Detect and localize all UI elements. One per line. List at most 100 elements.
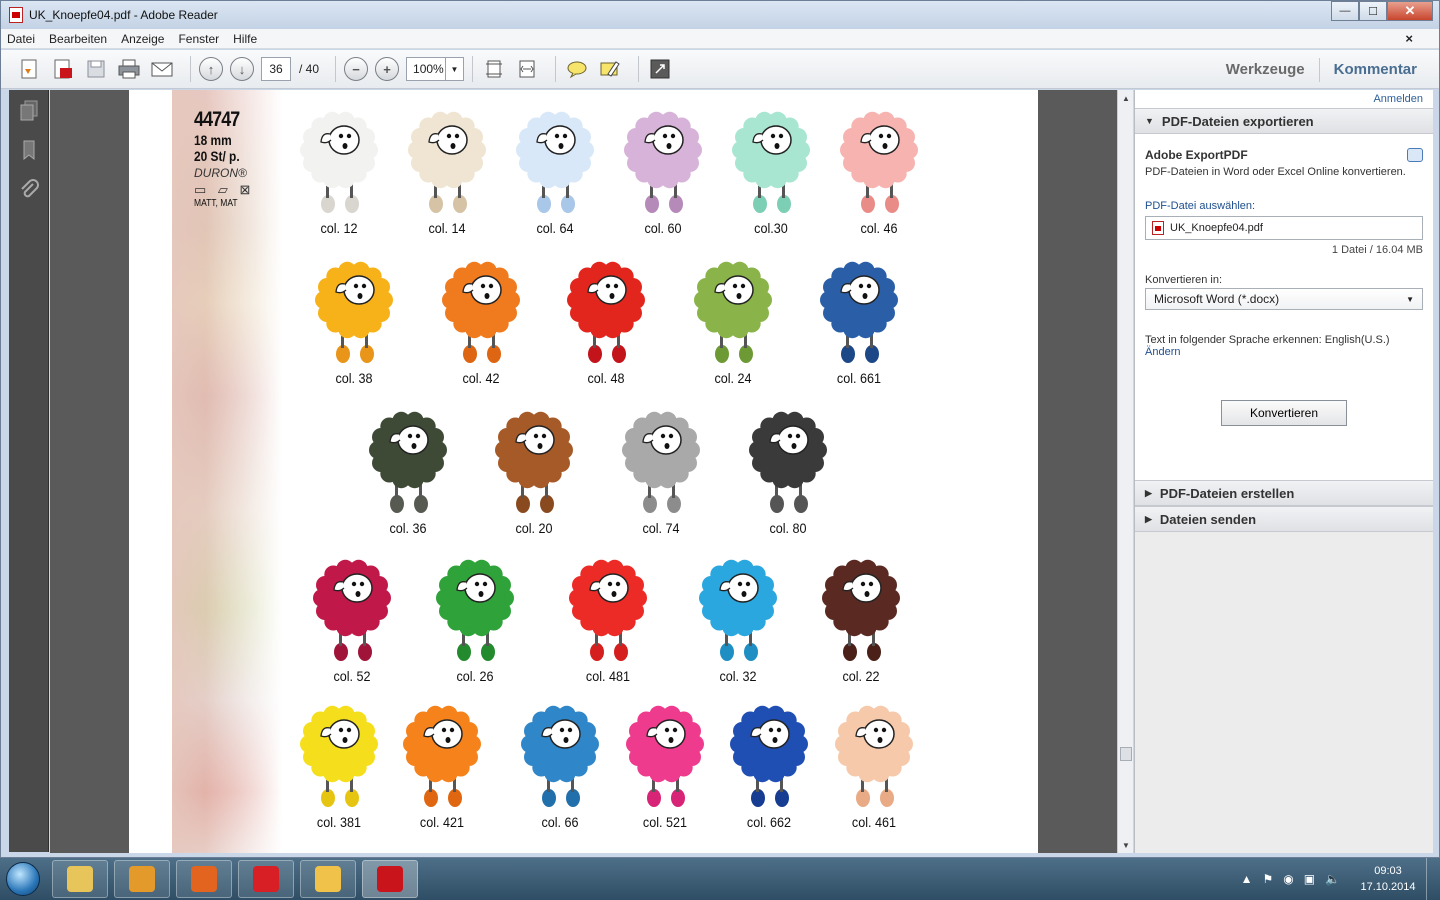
page-thumbnails-icon[interactable] xyxy=(9,90,49,130)
attachments-icon[interactable] xyxy=(9,170,49,210)
page-number-input[interactable]: 36 xyxy=(261,57,291,81)
sheep-button-item: col. 12 xyxy=(294,108,384,238)
color-code-label: col. 661 xyxy=(836,370,882,386)
menu-anzeige[interactable]: Anzeige xyxy=(121,32,164,46)
sheep-icon xyxy=(408,111,486,213)
menu-datei[interactable]: Datei xyxy=(7,32,35,46)
tools-pane-button[interactable]: Werkzeuge xyxy=(1226,61,1305,78)
sheep-button-item: col. 22 xyxy=(816,556,906,686)
minimize-button[interactable]: — xyxy=(1331,1,1359,21)
choose-file-label: PDF-Datei auswählen: xyxy=(1145,200,1256,212)
main-toolbar: ↑ ↓ 36 / 40 − + 100% ▼ Werkzeuge Komment… xyxy=(1,50,1439,89)
ocr-language-text: Text in folgender Sprache erkennen: Engl… xyxy=(1145,334,1390,346)
fullscreen-icon[interactable] xyxy=(647,56,673,82)
taskbar-app-outlook-notes[interactable] xyxy=(300,860,356,898)
convert-format-select[interactable]: Microsoft Word (*.docx) ▼ xyxy=(1145,288,1423,310)
sheep-icon xyxy=(699,559,777,661)
title-bar[interactable]: UK_Knoepfe04.pdf - Adobe Reader — ☐ ✕ xyxy=(1,1,1439,29)
comment-icon[interactable] xyxy=(564,56,590,82)
sheep-icon xyxy=(694,261,772,363)
close-document-button[interactable]: × xyxy=(1405,31,1413,46)
show-hidden-icons-icon[interactable]: ▲ xyxy=(1241,872,1253,886)
service-description: PDF-Dateien in Word oder Excel Online ko… xyxy=(1145,166,1406,178)
taskbar-app-foxit[interactable] xyxy=(238,860,294,898)
next-page-icon[interactable]: ↓ xyxy=(230,57,254,81)
sheep-button-item: col.30 xyxy=(726,108,816,238)
foxit-icon xyxy=(253,866,279,892)
clock[interactable]: 09:03 17.10.2014 xyxy=(1350,863,1426,895)
skype-icon[interactable]: ◉ xyxy=(1283,872,1293,886)
previous-page-icon[interactable]: ↑ xyxy=(199,57,223,81)
bookmarks-icon[interactable] xyxy=(9,130,49,170)
create-section-header[interactable]: ▶ PDF-Dateien erstellen xyxy=(1135,480,1433,506)
convert-button[interactable]: Konvertieren xyxy=(1221,400,1347,426)
sheep-icon xyxy=(300,705,378,807)
highlight-icon[interactable] xyxy=(597,56,623,82)
triangle-right-icon: ▶ xyxy=(1145,513,1152,524)
toolbar-separator xyxy=(190,56,191,82)
export-pdf-icon[interactable] xyxy=(50,56,76,82)
chevron-down-icon[interactable]: ▼ xyxy=(445,58,463,80)
print-icon[interactable] xyxy=(116,56,142,82)
menu-fenster[interactable]: Fenster xyxy=(178,32,219,46)
network-icon[interactable]: ▣ xyxy=(1304,872,1315,886)
email-icon[interactable] xyxy=(149,56,175,82)
menu-bearbeiten[interactable]: Bearbeiten xyxy=(49,32,107,46)
save-icon[interactable] xyxy=(83,56,109,82)
comment-pane-button[interactable]: Kommentar xyxy=(1334,61,1417,78)
taskbar-app-firefox[interactable] xyxy=(176,860,232,898)
menu-hilfe[interactable]: Hilfe xyxy=(233,32,257,46)
export-section-header[interactable]: ▼ PDF-Dateien exportieren xyxy=(1135,108,1433,134)
clock-time: 09:03 xyxy=(1374,865,1402,877)
selected-file-name: UK_Knoepfe04.pdf xyxy=(1170,222,1263,234)
close-button[interactable]: ✕ xyxy=(1387,1,1433,21)
color-code-label: col. 22 xyxy=(842,668,880,684)
color-code-label: col. 66 xyxy=(541,814,579,830)
color-code-label: col. 662 xyxy=(746,814,792,830)
signin-link[interactable]: Anmelden xyxy=(1135,90,1433,108)
color-code-label: col. 14 xyxy=(428,220,466,236)
fit-page-icon[interactable] xyxy=(481,56,507,82)
zoom-out-icon[interactable]: − xyxy=(344,57,369,81)
show-desktop-button[interactable] xyxy=(1426,858,1440,900)
navigation-rail xyxy=(9,90,49,852)
scroll-down-icon[interactable]: ▼ xyxy=(1118,837,1134,853)
sheep-button-item: col. 52 xyxy=(307,556,397,686)
document-viewport[interactable]: 44747 18 mm 20 St/ p. DURON® ▭ ▱ ⊠ MATT,… xyxy=(50,90,1117,853)
sheep-icon xyxy=(313,559,391,661)
adobe-reader-icon xyxy=(377,866,403,892)
sheep-button-item: col. 20 xyxy=(489,408,579,538)
sheep-button-item: col. 42 xyxy=(436,258,526,388)
sheep-button-item: col. 24 xyxy=(688,258,778,388)
vertical-scrollbar[interactable]: ▲ ▼ xyxy=(1117,90,1133,853)
maximize-button[interactable]: ☐ xyxy=(1359,1,1387,21)
sheep-button-item: col. 48 xyxy=(561,258,651,388)
sheep-button-item: col. 421 xyxy=(397,702,487,832)
flag-icon[interactable]: ⚑ xyxy=(1262,872,1273,886)
sheep-button-item: col. 38 xyxy=(309,258,399,388)
taskbar-app-adobe-reader[interactable] xyxy=(362,860,418,898)
change-language-link[interactable]: Ändern xyxy=(1145,346,1423,358)
create-pdf-icon[interactable] xyxy=(17,56,43,82)
send-section-header[interactable]: ▶ Dateien senden xyxy=(1135,506,1433,532)
color-code-label: col. 74 xyxy=(642,520,680,536)
product-finish: MATT, MAT xyxy=(194,198,238,209)
online-service-icon[interactable] xyxy=(1407,148,1423,162)
sheep-icon xyxy=(732,111,810,213)
volume-icon[interactable]: 🔈 xyxy=(1325,872,1340,886)
media-player-icon xyxy=(129,866,155,892)
tools-panel: Anmelden ▼ PDF-Dateien exportieren Adobe… xyxy=(1134,90,1433,853)
selected-file-field[interactable]: UK_Knoepfe04.pdf xyxy=(1145,216,1423,240)
zoom-select[interactable]: 100% ▼ xyxy=(406,57,465,81)
scroll-thumb[interactable] xyxy=(1120,747,1132,761)
taskbar-app-explorer[interactable] xyxy=(52,860,108,898)
color-code-label: col. 521 xyxy=(642,814,688,830)
scroll-up-icon[interactable]: ▲ xyxy=(1118,90,1134,106)
taskbar-app-media-player[interactable] xyxy=(114,860,170,898)
color-code-label: col. 381 xyxy=(316,814,362,830)
zoom-in-icon[interactable]: + xyxy=(375,57,400,81)
fit-width-icon[interactable] xyxy=(514,56,540,82)
triangle-right-icon: ▶ xyxy=(1145,487,1152,498)
start-button[interactable] xyxy=(0,859,46,899)
sheep-icon xyxy=(315,261,393,363)
